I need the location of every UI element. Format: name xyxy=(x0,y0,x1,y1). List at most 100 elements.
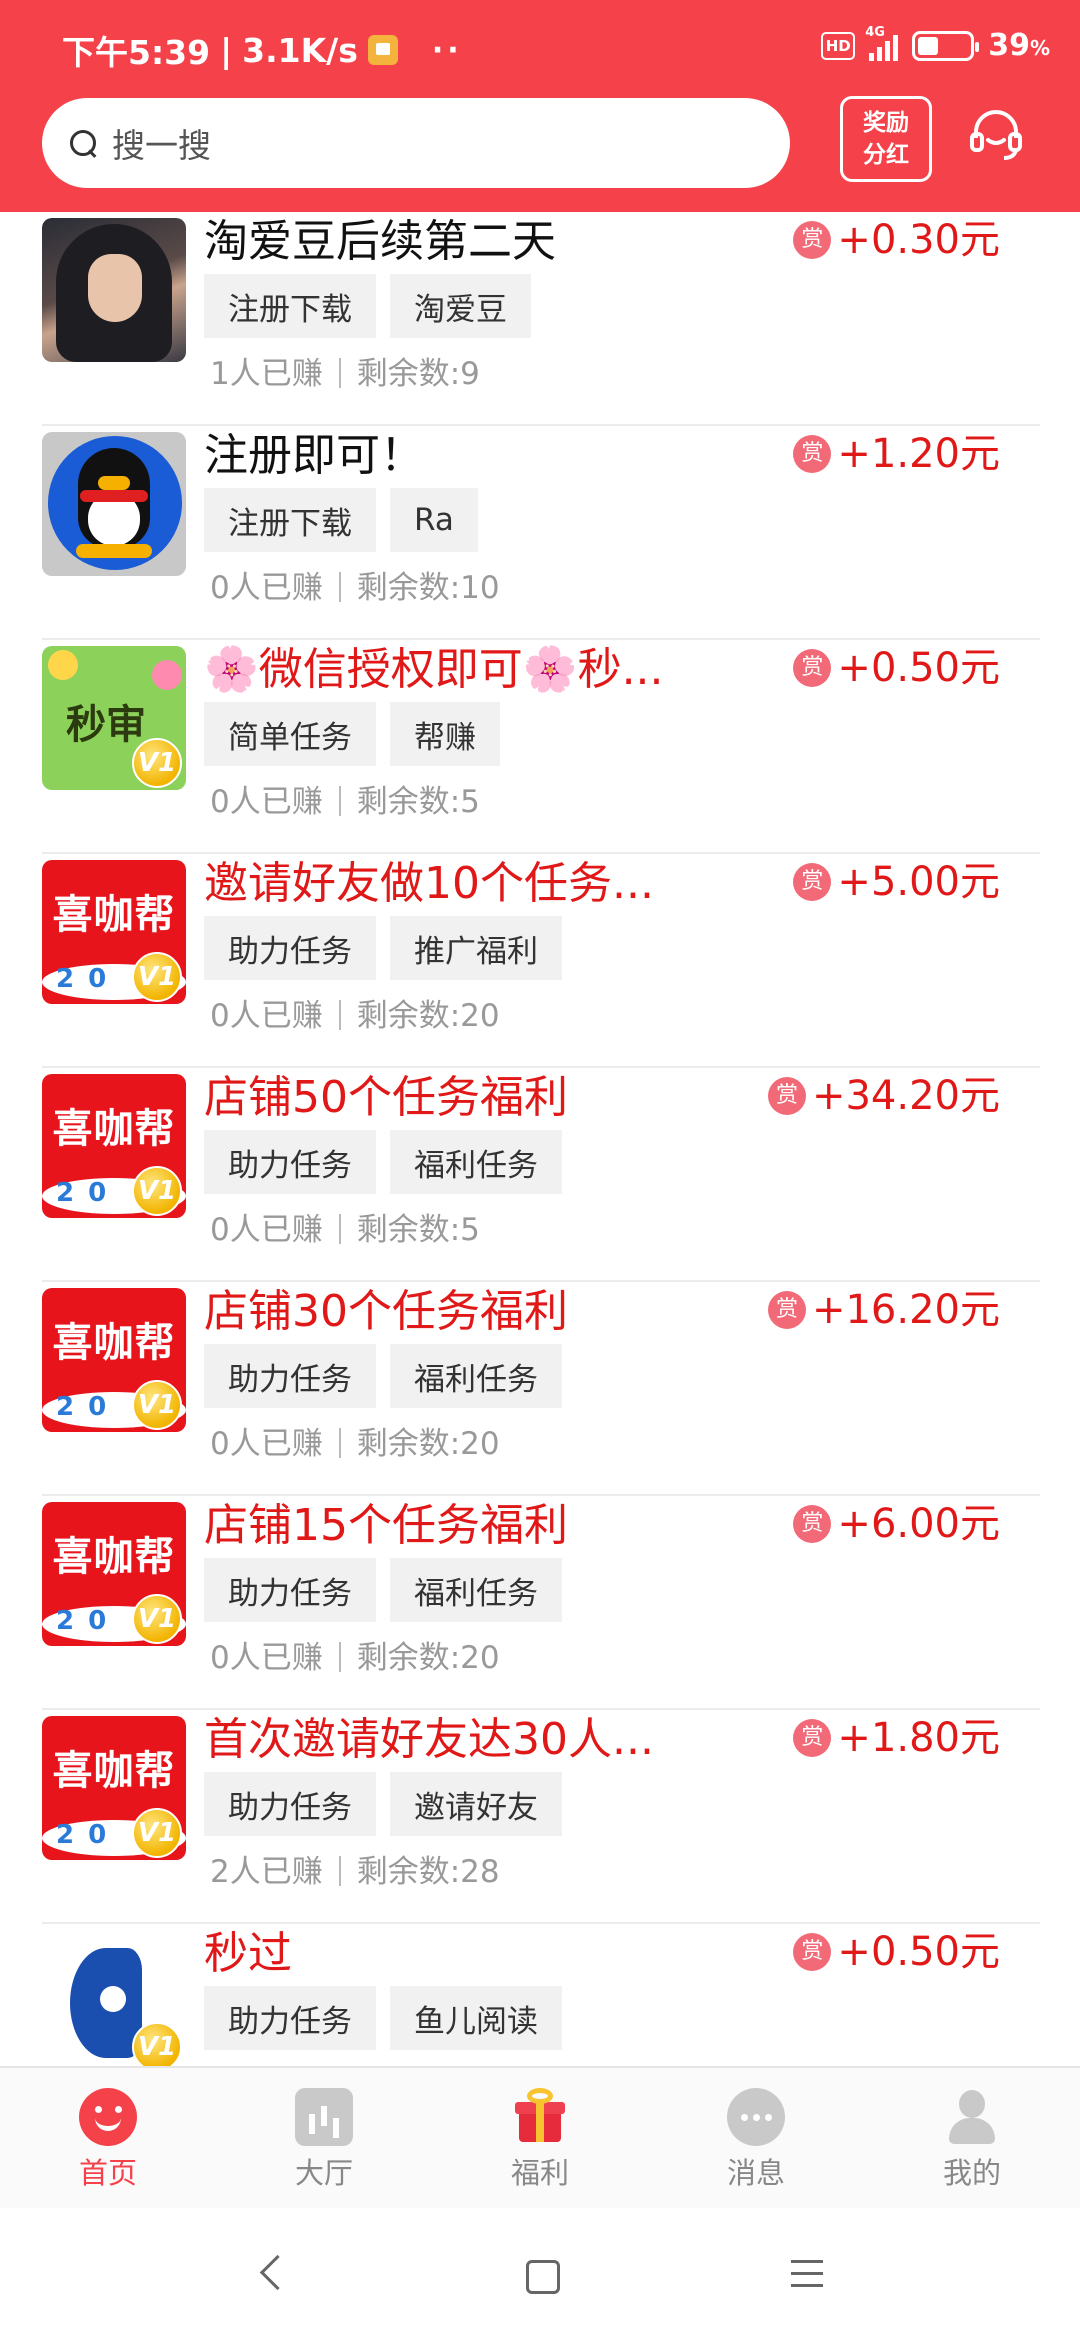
hd-icon: HD xyxy=(821,31,856,60)
nav-item-hall[interactable]: 大厅 xyxy=(216,2068,432,2208)
meta-divider xyxy=(338,1856,341,1886)
meta-divider xyxy=(338,1214,341,1244)
task-reward-amount: +1.80元 xyxy=(837,1715,1000,1761)
task-tags: 注册下载 淘爱豆 xyxy=(204,274,531,338)
task-title: 首次邀请好友达30人... xyxy=(204,1714,654,1765)
task-tag: 助力任务 xyxy=(204,1772,376,1836)
more-notifications-icon: ·· xyxy=(431,32,463,68)
task-tag: 鱼儿阅读 xyxy=(390,1986,562,2050)
task-reward-amount: +0.50元 xyxy=(837,645,1000,691)
task-remaining-count: 剩余数:5 xyxy=(356,784,480,820)
task-tag: 帮赚 xyxy=(390,702,500,766)
headset-support-icon[interactable] xyxy=(964,104,1028,168)
reward-badge-icon: 赏 xyxy=(793,1933,832,1971)
task-title: 注册即可！ xyxy=(204,430,424,481)
notification-icon xyxy=(367,35,398,65)
task-tags: 助力任务 福利任务 xyxy=(204,1130,562,1194)
nav-label-home: 首页 xyxy=(78,2156,137,2190)
task-tag: 福利任务 xyxy=(390,1344,562,1408)
reward-line-2: 分红 xyxy=(863,142,909,168)
reward-badge-icon: 赏 xyxy=(767,1291,806,1329)
task-row[interactable]: 喜咖帮 20 V1 店铺15个任务福利 助力任务 福利任务 0人已赚 剩余数:20 赏 +6.00… xyxy=(42,1496,1040,1710)
task-row[interactable]: 注册即可！ 注册下载 Ra 0人已赚 剩余数:10 赏 +1.20元 xyxy=(42,426,1040,640)
task-title: 邀请好友做10个任务... xyxy=(204,858,654,909)
task-earned-count: 0人已赚 xyxy=(210,570,323,606)
task-remaining-count: 剩余数:20 xyxy=(356,1640,500,1676)
task-thumbnail-fish: V1 xyxy=(42,1930,186,2066)
task-tag: Ra xyxy=(390,488,478,552)
task-row[interactable]: 喜咖帮 20 V1 邀请好友做10个任务... 助力任务 推广福利 0人已赚 剩余数:20 赏 +… xyxy=(42,854,1040,1068)
hall-chart-icon xyxy=(295,2088,353,2146)
task-meta: 1人已赚 剩余数:9 xyxy=(210,348,480,393)
task-meta: 0人已赚 剩余数:20 xyxy=(210,1418,500,1463)
back-icon[interactable] xyxy=(243,2244,303,2304)
task-row[interactable]: 喜咖帮 20 V1 店铺50个任务福利 助力任务 福利任务 0人已赚 剩余数:5 赏 +34.20… xyxy=(42,1068,1040,1282)
task-tag: 邀请好友 xyxy=(390,1772,562,1836)
nav-item-welfare[interactable]: 福利 xyxy=(432,2068,648,2208)
task-list[interactable]: 淘爱豆后续第二天 注册下载 淘爱豆 1人已赚 剩余数:9 赏 +0.30元 注册即可！ 注册下载… xyxy=(0,212,1080,2066)
task-title: 店铺15个任务福利 xyxy=(204,1500,568,1551)
reward-line-1: 奖励 xyxy=(863,110,909,136)
task-thumbnail-penguin xyxy=(42,432,186,576)
task-row[interactable]: 喜咖帮 20 V1 首次邀请好友达30人... 助力任务 邀请好友 2人已赚 剩余数:28 赏 +… xyxy=(42,1710,1040,1924)
task-tags: 助力任务 邀请好友 xyxy=(204,1772,562,1836)
reward-badge-icon: 赏 xyxy=(793,649,832,687)
task-tags: 注册下载 Ra xyxy=(204,488,478,552)
task-meta: 0人已赚 剩余数:10 xyxy=(210,562,500,607)
task-row[interactable]: 喜咖帮 20 V1 店铺30个任务福利 助力任务 福利任务 0人已赚 剩余数:20 赏 +16.2… xyxy=(42,1282,1040,1496)
task-remaining-count: 剩余数:28 xyxy=(356,1854,500,1890)
reward-badge-icon: 赏 xyxy=(793,1719,832,1757)
nav-item-messages[interactable]: 消息 xyxy=(648,2068,864,2208)
v1-badge-icon: V1 xyxy=(132,1594,182,1644)
task-tag: 助力任务 xyxy=(204,916,376,980)
nav-label-messages: 消息 xyxy=(726,2156,785,2190)
task-reward-amount: +0.50元 xyxy=(837,1929,1000,1975)
nav-item-home[interactable]: 首页 xyxy=(0,2068,216,2208)
menu-icon[interactable] xyxy=(777,2244,837,2304)
status-sep: | xyxy=(220,30,233,70)
search-input[interactable]: 搜一搜 xyxy=(42,98,790,188)
task-reward-amount: +5.00元 xyxy=(837,859,1000,905)
task-reward: 赏 +1.80元 xyxy=(793,1710,1000,1766)
task-tags: 助力任务 推广福利 xyxy=(204,916,562,980)
task-title: 秒过 xyxy=(204,1928,292,1979)
task-tag: 助力任务 xyxy=(204,1344,376,1408)
task-thumbnail-xikabang: 喜咖帮 20 V1 xyxy=(42,1716,186,1860)
meta-divider xyxy=(338,786,341,816)
task-tags: 助力任务 鱼儿阅读 xyxy=(204,1986,562,2050)
profile-icon xyxy=(943,2088,1001,2146)
task-tag: 注册下载 xyxy=(204,488,376,552)
reward-badge-icon: 赏 xyxy=(793,435,832,473)
meta-divider xyxy=(338,1642,341,1672)
status-left: 下午5:39 | 3.1K/s ·· xyxy=(62,26,463,74)
task-row[interactable]: V1 秒过助力任务 鱼儿阅读 赏 +0.50元 xyxy=(42,1924,1040,2066)
task-meta: 0人已赚 剩余数:20 xyxy=(210,990,500,1035)
reward-badge-icon: 赏 xyxy=(793,863,832,901)
task-remaining-count: 剩余数:9 xyxy=(356,356,480,392)
task-thumbnail-miaoshen: 秒审 V1 xyxy=(42,646,186,790)
task-meta: 2人已赚 剩余数:28 xyxy=(210,1846,500,1891)
status-time: 下午5:39 xyxy=(62,33,211,72)
meta-divider xyxy=(338,358,341,388)
task-reward-amount: +6.00元 xyxy=(837,1501,1000,1547)
status-right: HD 4G 39% xyxy=(821,25,1050,63)
nav-item-mine[interactable]: 我的 xyxy=(864,2068,1080,2208)
task-reward-amount: +1.20元 xyxy=(837,431,1000,477)
nav-label-mine: 我的 xyxy=(942,2156,1001,2190)
home-square-icon[interactable] xyxy=(510,2244,570,2304)
task-row[interactable]: 秒审 V1 🌸微信授权即可🌸秒... 简单任务 帮赚 0人已赚 剩余数:5 赏 +0.50元 xyxy=(42,640,1040,854)
task-reward-amount: +34.20元 xyxy=(811,1073,1000,1119)
task-earned-count: 0人已赚 xyxy=(210,998,323,1034)
search-placeholder: 搜一搜 xyxy=(112,126,211,165)
home-smile-icon xyxy=(79,2088,137,2146)
reward-dividend-button[interactable]: 奖励 分红 xyxy=(840,96,932,182)
signal-icon: 4G xyxy=(865,25,899,61)
task-tag: 注册下载 xyxy=(204,274,376,338)
task-reward: 赏 +0.50元 xyxy=(793,1924,1000,1980)
task-earned-count: 0人已赚 xyxy=(210,1212,323,1248)
meta-divider xyxy=(338,1428,341,1458)
nav-label-welfare: 福利 xyxy=(510,2156,569,2190)
task-row[interactable]: 淘爱豆后续第二天 注册下载 淘爱豆 1人已赚 剩余数:9 赏 +0.30元 xyxy=(42,212,1040,426)
task-title: 店铺30个任务福利 xyxy=(204,1286,568,1337)
task-earned-count: 1人已赚 xyxy=(210,356,323,392)
